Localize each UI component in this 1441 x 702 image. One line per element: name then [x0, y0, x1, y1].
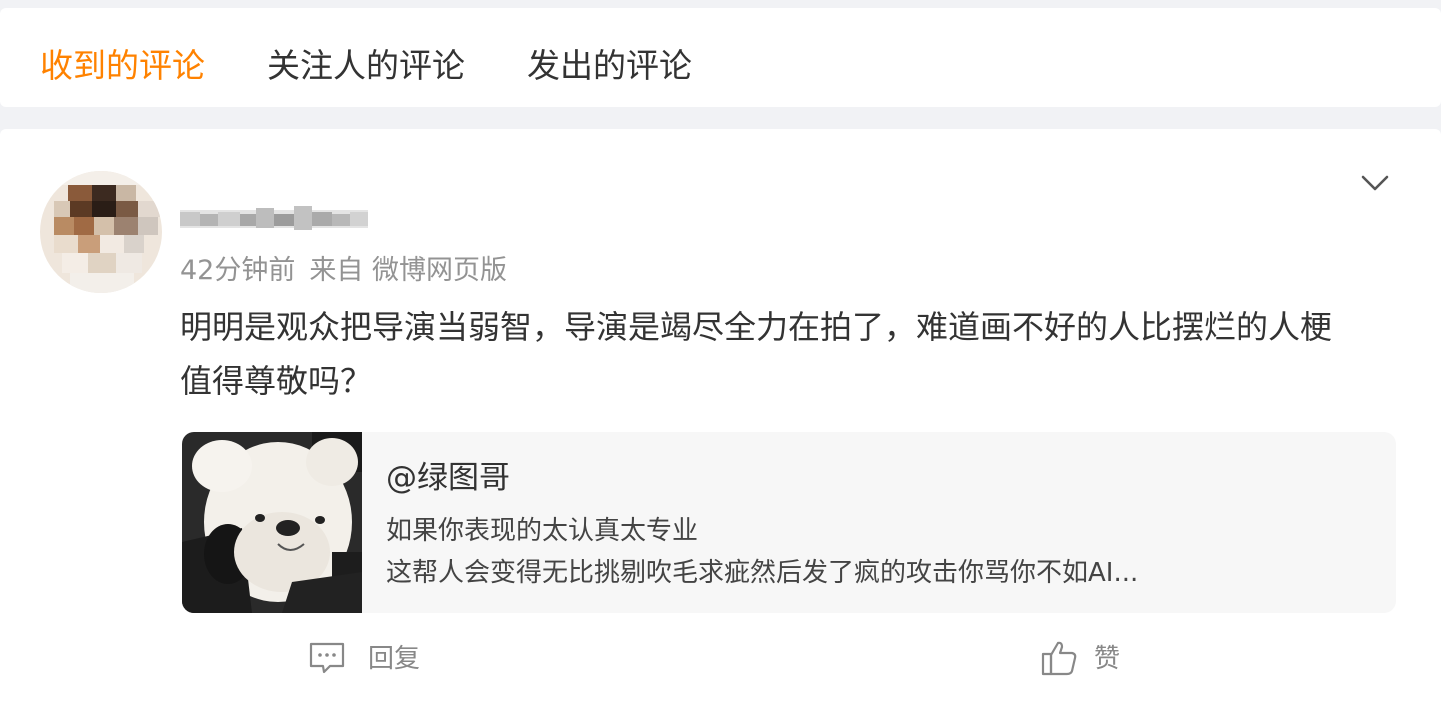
like-button[interactable]: 赞	[1040, 639, 1130, 679]
like-label: 赞	[1094, 644, 1121, 674]
tab-received-comments[interactable]: 收到的评论	[40, 44, 205, 88]
comment-bubble-icon	[308, 639, 346, 681]
comment-text: 明明是观众把导演当弱智，导演是竭尽全力在拍了，难道画不好的人比摆烂的人梗值得尊敬…	[180, 308, 1333, 400]
tab-sent-comments[interactable]: 发出的评论	[527, 44, 692, 88]
reply-label: 回复	[368, 644, 421, 674]
comment-tabs: 收到的评论 关注人的评论 发出的评论	[0, 8, 1441, 107]
quoted-post-image	[182, 432, 362, 613]
comment-source[interactable]: 来自 微博网页版	[309, 255, 507, 286]
quoted-text-line-1: 如果你表现的太认真太专业	[386, 516, 699, 546]
comment-meta: 42分钟前 来自 微博网页版	[180, 253, 507, 289]
comment-card: 42分钟前 来自 微博网页版 明明是观众把导演当弱智，导演是竭尽全力在拍了，难道画…	[0, 129, 1441, 702]
thumbs-up-icon	[1040, 639, 1078, 681]
avatar[interactable]	[40, 171, 162, 293]
chevron-down-icon[interactable]	[1357, 165, 1393, 201]
comment-time: 42分钟前	[180, 255, 296, 286]
tab-following-comments[interactable]: 关注人的评论	[267, 44, 465, 88]
quoted-author[interactable]: @绿图哥	[386, 458, 510, 498]
quoted-text-line-2: 这帮人会变得无比挑剔吹毛求疵然后发了疯的攻击你骂你不如AI...	[386, 558, 1139, 588]
quoted-post[interactable]: @绿图哥 如果你表现的太认真太专业 这帮人会变得无比挑剔吹毛求疵然后发了疯的攻击…	[182, 432, 1396, 613]
username-blurred[interactable]	[180, 204, 368, 234]
reply-button[interactable]: 回复	[308, 639, 428, 679]
